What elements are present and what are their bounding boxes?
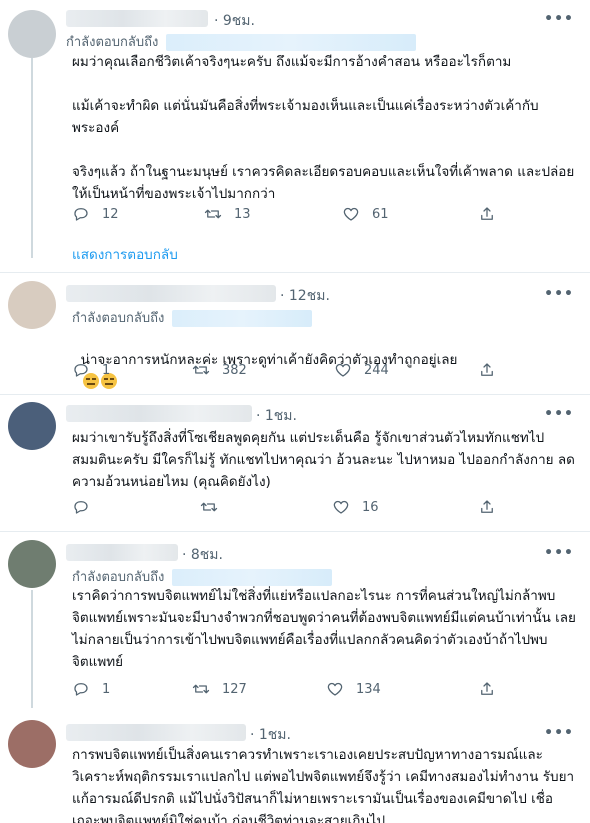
mention-blurred[interactable] [166, 34, 417, 51]
share-icon [481, 500, 493, 513]
tweet-text: ผมว่าเขารับรู้ถึงสิ่งที่โซเชียลพูดคุยกัน… [72, 430, 575, 490]
show-replies-link[interactable]: แสดงการตอบกลับ [72, 243, 178, 265]
reply-button[interactable]: 1 [72, 358, 110, 382]
replying-to-label: กำลังตอบกลับถึง [66, 35, 159, 50]
more-options-icon[interactable]: ••• [544, 546, 574, 560]
author-name-blurred[interactable] [66, 724, 246, 741]
like-button[interactable]: 16 [332, 495, 379, 519]
retweet-button[interactable]: 127 [192, 677, 247, 701]
tweet-text: การพบจิตแพทย์เป็นสิ่งคนเราควรทำเพราะเราเ… [72, 747, 575, 823]
avatar[interactable] [8, 281, 56, 329]
retweet-count: 13 [234, 206, 251, 222]
tweet-actions: 1 382 244 [66, 358, 506, 382]
thread-line [31, 58, 33, 258]
tweet-actions: 12 13 61 [66, 202, 506, 226]
replying-to: กำลังตอบกลับถึง [72, 566, 333, 587]
share-icon [481, 207, 493, 220]
like-count: 244 [364, 362, 389, 378]
share-icon [481, 363, 493, 376]
reply-icon [74, 501, 88, 514]
like-count: 16 [362, 499, 379, 515]
reply-button[interactable]: 1 [72, 677, 110, 701]
heart-icon [327, 682, 343, 696]
retweet-count: 382 [222, 362, 247, 378]
tweet-text: เราคิดว่าการพบจิตแพทย์ไม่ใช่สิ่งที่แย่หร… [72, 588, 576, 670]
retweet-icon [192, 684, 210, 694]
share-button[interactable] [478, 495, 496, 519]
tweet-actions: 1 127 134 [66, 677, 506, 701]
like-count: 134 [356, 681, 381, 697]
retweet-button[interactable]: 382 [192, 358, 247, 382]
tweet-text: ผมว่าคุณเลือกชีวิตเค้าจริงๆนะครับ ถึงแม้… [72, 54, 575, 202]
avatar[interactable] [8, 720, 56, 768]
reply-count: 1 [102, 681, 111, 697]
avatar[interactable] [8, 540, 56, 588]
retweet-icon [204, 209, 222, 219]
reply-icon [74, 364, 88, 377]
share-button[interactable] [478, 202, 496, 226]
replying-to: กำลังตอบกลับถึง [66, 31, 417, 52]
retweet-count: 127 [222, 681, 247, 697]
share-icon [481, 682, 493, 695]
share-button[interactable] [478, 677, 496, 701]
reply-count: 1 [102, 362, 111, 378]
tweet-timestamp[interactable]: · 1ชม. [250, 724, 291, 746]
replying-to-label: กำลังตอบกลับถึง [72, 570, 165, 585]
like-button[interactable]: 134 [326, 677, 381, 701]
like-count: 61 [372, 206, 389, 222]
retweet-icon [192, 365, 210, 375]
retweet-button[interactable]: 13 [204, 202, 251, 226]
reply-icon [74, 683, 88, 696]
tweet-timestamp[interactable]: · 1ชม. [256, 405, 297, 427]
heart-icon [335, 363, 351, 377]
avatar[interactable] [8, 402, 56, 450]
reply-button[interactable]: 12 [72, 202, 119, 226]
avatar[interactable] [8, 10, 56, 58]
retweet-button[interactable] [200, 495, 230, 519]
mention-blurred[interactable] [172, 569, 333, 586]
replying-to-label: กำลังตอบกลับถึง [72, 311, 165, 326]
reply-icon [74, 208, 88, 221]
divider [0, 531, 590, 532]
tweet-timestamp[interactable]: · 8ชม. [182, 544, 223, 566]
reply-button[interactable] [72, 495, 102, 519]
tweet-timestamp[interactable]: · 9ชม. [214, 10, 255, 32]
author-name-blurred[interactable] [66, 544, 178, 561]
retweet-icon [200, 502, 218, 512]
tweet-actions: 16 [66, 495, 506, 519]
more-options-icon[interactable]: ••• [544, 726, 574, 740]
thread-line [31, 590, 33, 708]
heart-icon [343, 207, 359, 221]
mention-blurred[interactable] [172, 310, 313, 327]
author-name-blurred[interactable] [66, 285, 276, 302]
more-options-icon[interactable]: ••• [544, 12, 574, 26]
more-options-icon[interactable]: ••• [544, 287, 574, 301]
tweet-timestamp[interactable]: · 12ชม. [280, 285, 330, 307]
divider [0, 394, 590, 395]
reply-count: 12 [102, 206, 119, 222]
like-button[interactable]: 61 [342, 202, 389, 226]
share-button[interactable] [478, 358, 496, 382]
like-button[interactable]: 244 [334, 358, 389, 382]
author-name-blurred[interactable] [66, 10, 208, 27]
replying-to: กำลังตอบกลับถึง [72, 307, 313, 328]
more-options-icon[interactable]: ••• [544, 407, 574, 421]
author-name-blurred[interactable] [66, 405, 252, 422]
heart-icon [333, 500, 349, 514]
divider [0, 272, 590, 273]
